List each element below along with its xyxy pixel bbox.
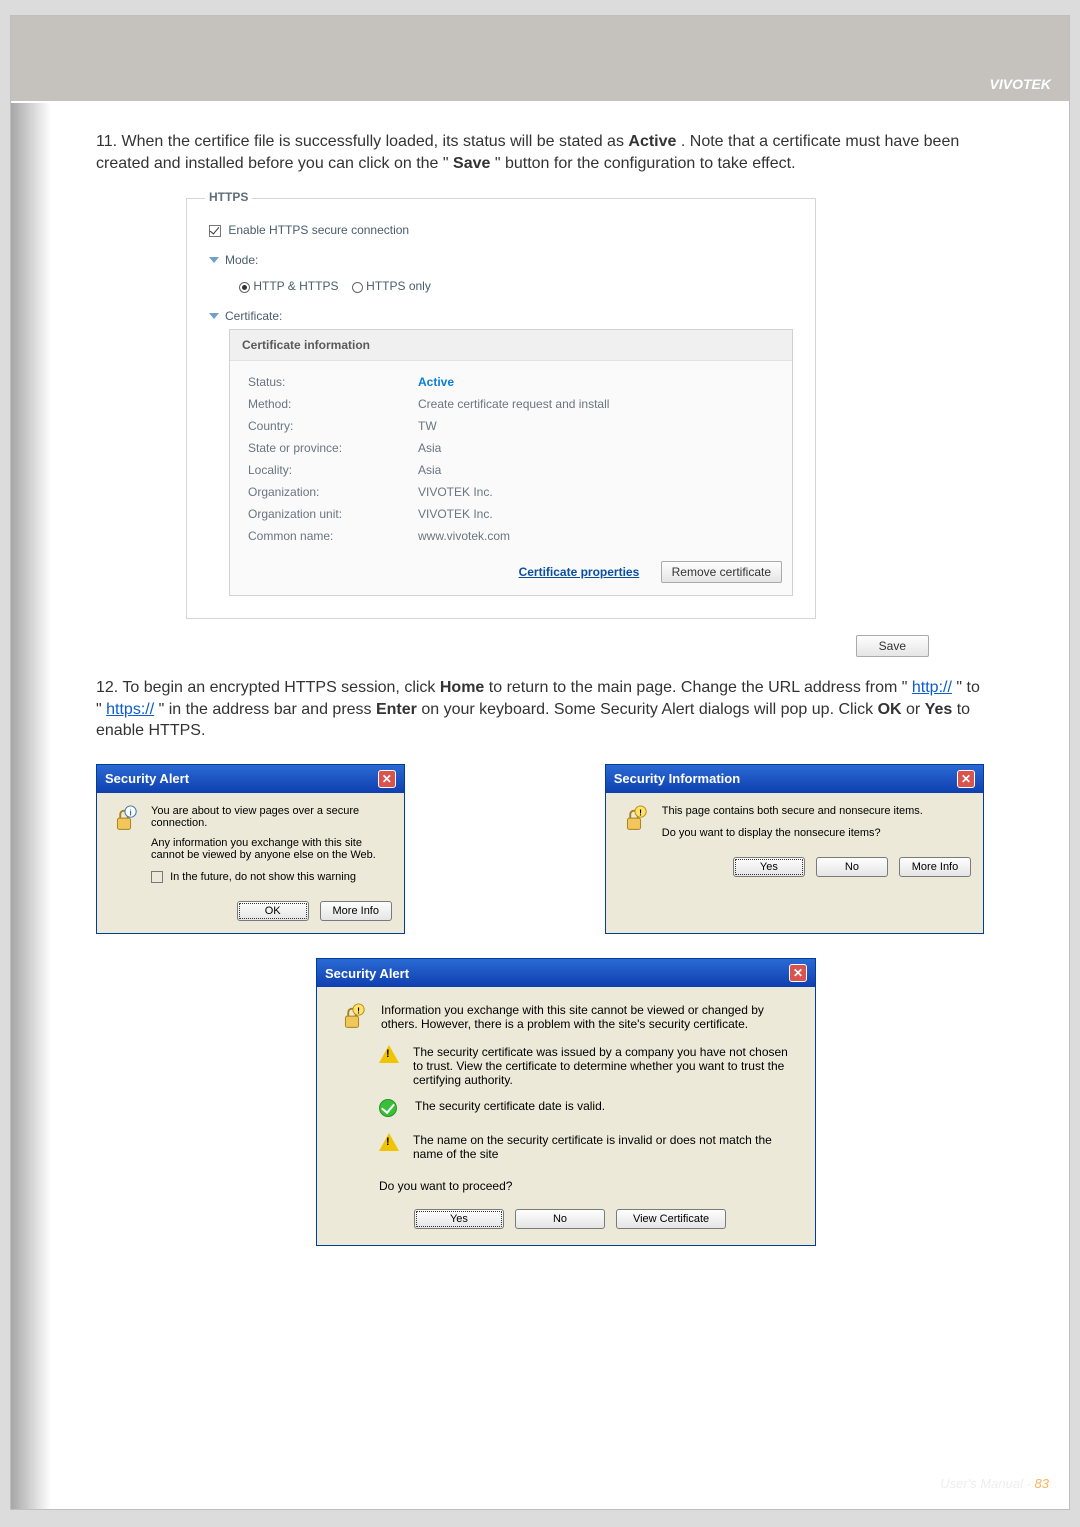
enable-row[interactable]: Enable HTTPS secure connection [209,223,793,237]
left-shadow [11,103,51,1509]
header-bar: VIVOTEK [11,16,1069,101]
dlg3-question: Do you want to proceed? [379,1179,795,1193]
check-icon [379,1099,401,1121]
p2-b: to return to the main page. Change the U… [489,679,908,696]
mode-label: Mode: [225,253,258,267]
chevron-down-icon [209,313,219,319]
dlg2-moreinfo-button[interactable]: More Info [899,857,971,877]
cert-org-label: Organization: [248,485,418,499]
cert-properties-link[interactable]: Certificate properties [519,565,640,579]
close-icon[interactable]: ✕ [957,770,975,788]
https-panel: HTTPS Enable HTTPS secure connection Mod… [186,198,816,619]
p2-a: 12. To begin an encrypted HTTPS session,… [96,679,440,696]
dlg1-moreinfo-button[interactable]: More Info [320,901,392,921]
https-link: https:// [106,701,154,718]
cert-country-value: TW [418,419,774,433]
yes-word: Yes [925,701,953,718]
svg-text:!: ! [357,1005,360,1015]
cert-method-value: Create certificate request and install [418,397,774,411]
save-button[interactable]: Save [856,635,929,657]
p1-prefix: 11. When the certifice file is successfu… [96,133,628,150]
radio-https-only-label: HTTPS only [366,279,431,293]
lock-info-icon: i [109,805,139,835]
cert-status-value: Active [418,375,774,389]
cert-locality-value: Asia [418,463,774,477]
dlg2-l1: This page contains both secure and nonse… [662,805,923,817]
dlg2-title: Security Information [614,771,740,786]
p2-f: or [906,701,925,718]
dlg2-l2: Do you want to display the nonsecure ite… [662,827,923,839]
p1-suffix: " button for the configuration to take e… [495,155,796,172]
enable-label: Enable HTTPS secure connection [228,223,409,237]
cert-head[interactable]: Certificate: [209,309,282,323]
dlg1-title: Security Alert [105,771,189,786]
step-12-text: 12. To begin an encrypted HTTPS session,… [96,677,984,742]
dlg1-ok-button[interactable]: OK [237,901,309,921]
dlg1-checkbox[interactable] [151,871,163,883]
chevron-down-icon [209,257,219,263]
cert-org-value: VIVOTEK Inc. [418,485,774,499]
dlg3-no-button[interactable]: No [515,1209,605,1229]
cert-state-label: State or province: [248,441,418,455]
dlg1-cb-label: In the future, do not show this warning [170,871,356,883]
close-icon[interactable]: ✕ [378,770,396,788]
footer-page: 83 [1035,1476,1049,1491]
cert-country-label: Country: [248,419,418,433]
radio-http-https[interactable] [239,282,250,293]
svg-text:i: i [129,807,131,817]
enter-word: Enter [376,701,417,718]
cert-orgunit-label: Organization unit: [248,507,418,521]
cert-box-head: Certificate information [230,330,792,361]
cert-status-label: Status: [248,375,418,389]
enable-checkbox[interactable] [209,225,221,237]
cert-state-value: Asia [418,441,774,455]
footer: User's Manual - 83 [940,1476,1049,1491]
close-icon[interactable]: ✕ [789,964,807,982]
cert-orgunit-value: VIVOTEK Inc. [418,507,774,521]
step-11-text: 11. When the certifice file is successfu… [96,131,984,174]
dlg1-l1: You are about to view pages over a secur… [151,805,392,829]
cert-locality-label: Locality: [248,463,418,477]
home-word: Home [440,679,484,696]
cert-info-box: Certificate information Status: Active M… [229,329,793,596]
active-word: Active [628,133,676,150]
dlg2-no-button[interactable]: No [816,857,888,877]
ok-word: OK [878,701,902,718]
dlg3-yes-button[interactable]: Yes [414,1209,504,1229]
lock-warn-icon: ! [337,1003,367,1033]
dlg3-viewcert-button[interactable]: View Certificate [616,1209,726,1229]
dlg3-i2: The security certificate date is valid. [415,1099,605,1113]
svg-text:!: ! [639,807,642,817]
lock-warn-icon: ! [618,805,650,835]
mode-head[interactable]: Mode: [209,253,258,267]
p2-d: " in the address bar and press [159,701,376,718]
dlg1-l2: Any information you exchange with this s… [151,837,392,861]
security-alert-cert-dialog: Security Alert ✕ ! Information you excha… [316,958,816,1246]
cert-method-label: Method: [248,397,418,411]
cert-cn-label: Common name: [248,529,418,543]
cert-label: Certificate: [225,309,282,323]
radio-https-only[interactable] [352,282,363,293]
security-alert-dialog: Security Alert ✕ i You are about to view… [96,764,405,934]
warning-icon [379,1045,399,1067]
dlg3-i3: The name on the security certificate is … [413,1133,795,1161]
dlg3-intro: Information you exchange with this site … [381,1003,795,1031]
remove-cert-button[interactable]: Remove certificate [661,561,782,583]
p2-e: on your keyboard. Some Security Alert di… [421,701,877,718]
warning-icon [379,1133,399,1155]
dlg3-i1: The security certificate was issued by a… [413,1045,795,1087]
cert-cn-value: www.vivotek.com [418,529,774,543]
dlg2-yes-button[interactable]: Yes [733,857,805,877]
radio-http-https-label: HTTP & HTTPS [253,279,338,293]
footer-label: User's Manual - [940,1476,1034,1491]
brand-label: VIVOTEK [990,76,1051,92]
https-legend: HTTPS [205,190,252,204]
http-link: http:// [912,679,952,696]
dlg3-title: Security Alert [325,966,409,981]
save-word: Save [453,155,490,172]
security-info-dialog: Security Information ✕ ! This page conta… [605,764,984,934]
